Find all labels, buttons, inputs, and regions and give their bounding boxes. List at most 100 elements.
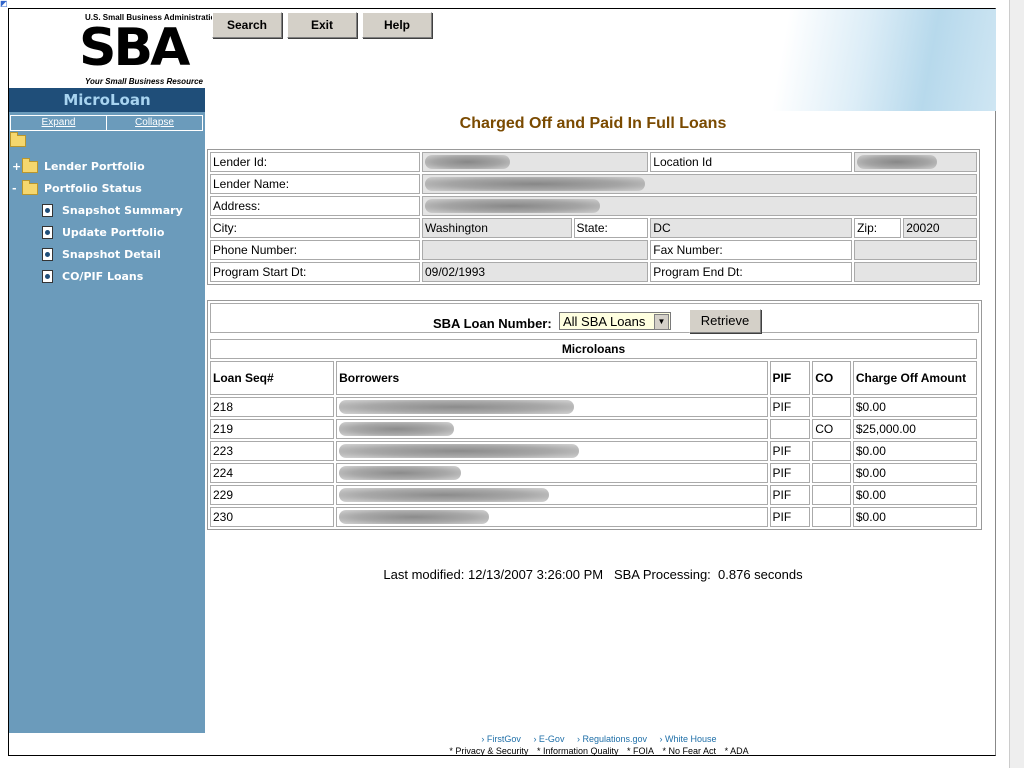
- loan-seq-cell: 230: [210, 507, 335, 527]
- column-header-borrowers: Borrowers: [336, 361, 768, 395]
- ada-link[interactable]: * ADA: [725, 746, 749, 756]
- sba-loan-number-select[interactable]: All SBA Loans ▼: [559, 312, 671, 330]
- pif-cell: PIF: [769, 397, 811, 417]
- table-row: 224 PIF $0.00: [210, 463, 977, 483]
- lender-id-value: [421, 152, 649, 172]
- charge-off-amount-cell: $0.00: [852, 397, 977, 417]
- lender-name-value: [421, 174, 977, 194]
- co-cell: [812, 397, 851, 417]
- state-label: State:: [573, 218, 649, 238]
- corner-icon: ◩: [0, 0, 8, 8]
- sidebar-title: MicroLoan: [9, 88, 205, 112]
- document-icon: [42, 226, 53, 239]
- city-label: City:: [210, 218, 420, 238]
- sba-logo: U.S. Small Business Administration SBA Y…: [9, 9, 220, 87]
- phone-label: Phone Number:: [210, 240, 420, 260]
- regulations-link[interactable]: › Regulations.gov: [577, 734, 647, 744]
- sidebar-item-portfolio-status[interactable]: - Portfolio Status: [12, 179, 142, 195]
- logo-mark: SBA: [79, 18, 190, 78]
- loan-seq-cell: 218: [210, 397, 335, 417]
- table-row: 229 PIF $0.00: [210, 485, 977, 505]
- sidebar-item-label: CO/PIF Loans: [62, 270, 144, 283]
- sidebar-item-label: Portfolio Status: [44, 182, 142, 195]
- sidebar-item-lender-portfolio[interactable]: + Lender Portfolio: [12, 157, 145, 173]
- white-house-link[interactable]: › White House: [660, 734, 717, 744]
- dropdown-arrow-icon[interactable]: ▼: [654, 314, 669, 330]
- city-value: Washington: [421, 218, 572, 238]
- fax-value: [854, 240, 977, 260]
- sidebar-item-update-portfolio[interactable]: Update Portfolio: [42, 226, 164, 239]
- pif-cell: PIF: [769, 485, 811, 505]
- expand-link[interactable]: Expand: [11, 116, 106, 130]
- charge-off-amount-cell: $0.00: [852, 463, 977, 483]
- help-button[interactable]: Help: [362, 12, 432, 38]
- pif-cell: PIF: [769, 507, 811, 527]
- collapse-link[interactable]: Collapse: [106, 116, 202, 130]
- pif-cell: PIF: [769, 463, 811, 483]
- lender-name-label: Lender Name:: [210, 174, 420, 194]
- location-id-label: Location Id: [650, 152, 853, 172]
- sidebar-item-snapshot-detail[interactable]: Snapshot Detail: [42, 248, 161, 261]
- program-start-label: Program Start Dt:: [210, 262, 420, 282]
- page-title: Charged Off and Paid In Full Loans: [459, 115, 727, 132]
- vertical-scrollbar[interactable]: [1009, 0, 1024, 768]
- no-fear-act-link[interactable]: * No Fear Act: [663, 746, 717, 756]
- column-header-loan-seq: Loan Seq#: [210, 361, 335, 395]
- sidebar-item-label: Snapshot Summary: [62, 204, 183, 217]
- borrower-cell: [336, 485, 768, 505]
- sidebar-item-co-pif-loans[interactable]: CO/PIF Loans: [42, 270, 143, 283]
- sidebar-item-label: Snapshot Detail: [62, 248, 161, 261]
- borrower-cell: [336, 397, 768, 417]
- charge-off-amount-cell: $25,000.00: [852, 419, 977, 439]
- firstgov-link[interactable]: › FirstGov: [481, 734, 521, 744]
- information-quality-link[interactable]: * Information Quality: [537, 746, 619, 756]
- location-id-value: [854, 152, 977, 172]
- privacy-link[interactable]: * Privacy & Security: [449, 746, 528, 756]
- microloans-panel: SBA Loan Number: All SBA Loans ▼ Retriev…: [207, 300, 982, 530]
- borrower-cell: [336, 441, 768, 461]
- pif-cell: PIF: [769, 441, 811, 461]
- document-icon: [42, 270, 53, 283]
- column-header-co: CO: [812, 361, 851, 395]
- sidebar-item-label: Update Portfolio: [62, 226, 165, 239]
- lender-info-table: Lender Id: Location Id Lender Name: Addr…: [207, 149, 980, 285]
- sidebar-item-label: Lender Portfolio: [44, 160, 145, 173]
- root-folder-icon[interactable]: [10, 132, 26, 147]
- nav-tree: + Lender Portfolio - Portfolio Status Sn…: [9, 131, 205, 283]
- select-value: All SBA Loans: [563, 314, 646, 329]
- co-cell: [812, 463, 851, 483]
- program-end-label: Program End Dt:: [650, 262, 853, 282]
- charge-off-amount-cell: $0.00: [852, 485, 977, 505]
- document-icon: [42, 204, 53, 217]
- loan-seq-cell: 229: [210, 485, 335, 505]
- table-row: 218 PIF $0.00: [210, 397, 977, 417]
- loan-selector-row: SBA Loan Number: All SBA Loans ▼ Retriev…: [210, 303, 979, 333]
- column-header-charge-off-amount: Charge Off Amount: [852, 361, 977, 395]
- retrieve-button[interactable]: Retrieve: [689, 309, 761, 333]
- loan-seq-cell: 223: [210, 441, 335, 461]
- expand-toggle-icon[interactable]: +: [12, 160, 22, 173]
- status-line: Last modified: 12/13/2007 3:26:00 PM SBA…: [383, 567, 803, 582]
- microloans-table: Microloans Loan Seq# Borrowers PIF CO Ch…: [208, 337, 979, 529]
- search-button[interactable]: Search: [212, 12, 282, 38]
- sba-loan-number-label: SBA Loan Number:: [433, 316, 552, 331]
- footer: › FirstGov › E-Gov › Regulations.gov › W…: [206, 733, 992, 757]
- egov-link[interactable]: › E-Gov: [533, 734, 564, 744]
- collapse-toggle-icon[interactable]: -: [12, 182, 22, 195]
- table-row: 230 PIF $0.00: [210, 507, 977, 527]
- foia-link[interactable]: * FOIA: [627, 746, 654, 756]
- loan-seq-cell: 219: [210, 419, 335, 439]
- state-value: DC: [650, 218, 853, 238]
- address-label: Address:: [210, 196, 420, 216]
- exit-button[interactable]: Exit: [287, 12, 357, 38]
- zip-value: 20020: [903, 218, 977, 238]
- zip-label: Zip:: [854, 218, 902, 238]
- document-icon: [42, 248, 53, 261]
- folder-icon: [22, 157, 38, 173]
- sidebar-item-snapshot-summary[interactable]: Snapshot Summary: [42, 204, 183, 217]
- logo-tagline: Your Small Business Resource: [85, 77, 203, 86]
- co-cell: CO: [812, 419, 851, 439]
- open-folder-icon: [22, 179, 38, 195]
- borrower-cell: [336, 507, 768, 527]
- footer-links: › FirstGov › E-Gov › Regulations.gov › W…: [206, 733, 992, 745]
